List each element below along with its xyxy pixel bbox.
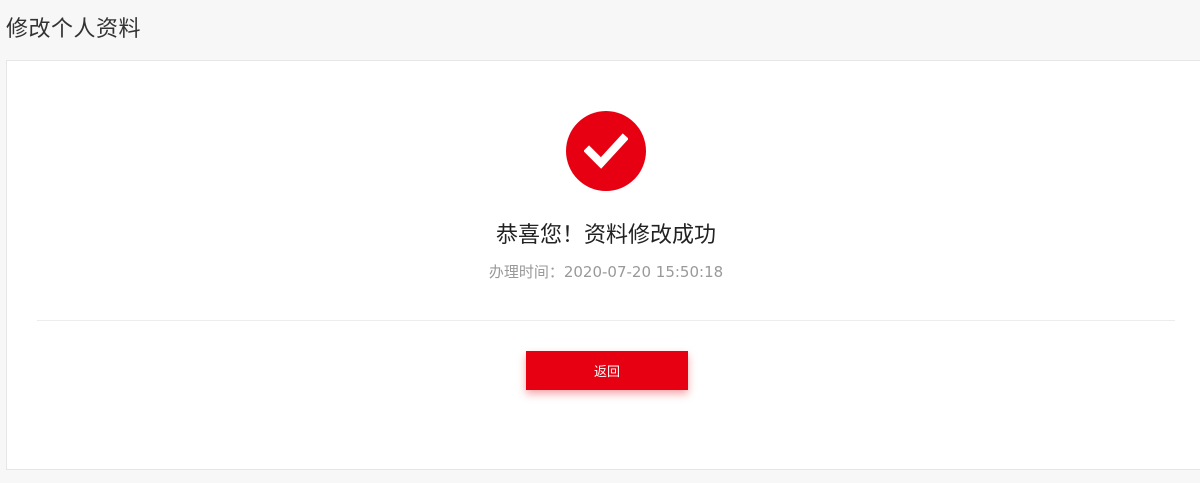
- processing-time-value: 2020-07-20 15:50:18: [563, 263, 724, 281]
- result-card: 恭喜您！资料修改成功 办理时间：2020-07-20 15:50:18 返回: [6, 60, 1200, 470]
- check-circle-icon: [566, 111, 646, 191]
- back-button[interactable]: 返回: [526, 351, 688, 390]
- page-title: 修改个人资料: [6, 17, 142, 42]
- processing-time-label: 办理时间：: [488, 263, 564, 281]
- divider: [37, 320, 1175, 321]
- success-message: 恭喜您！资料修改成功: [495, 223, 716, 248]
- processing-time: 办理时间：2020-07-20 15:50:18: [7, 261, 1200, 283]
